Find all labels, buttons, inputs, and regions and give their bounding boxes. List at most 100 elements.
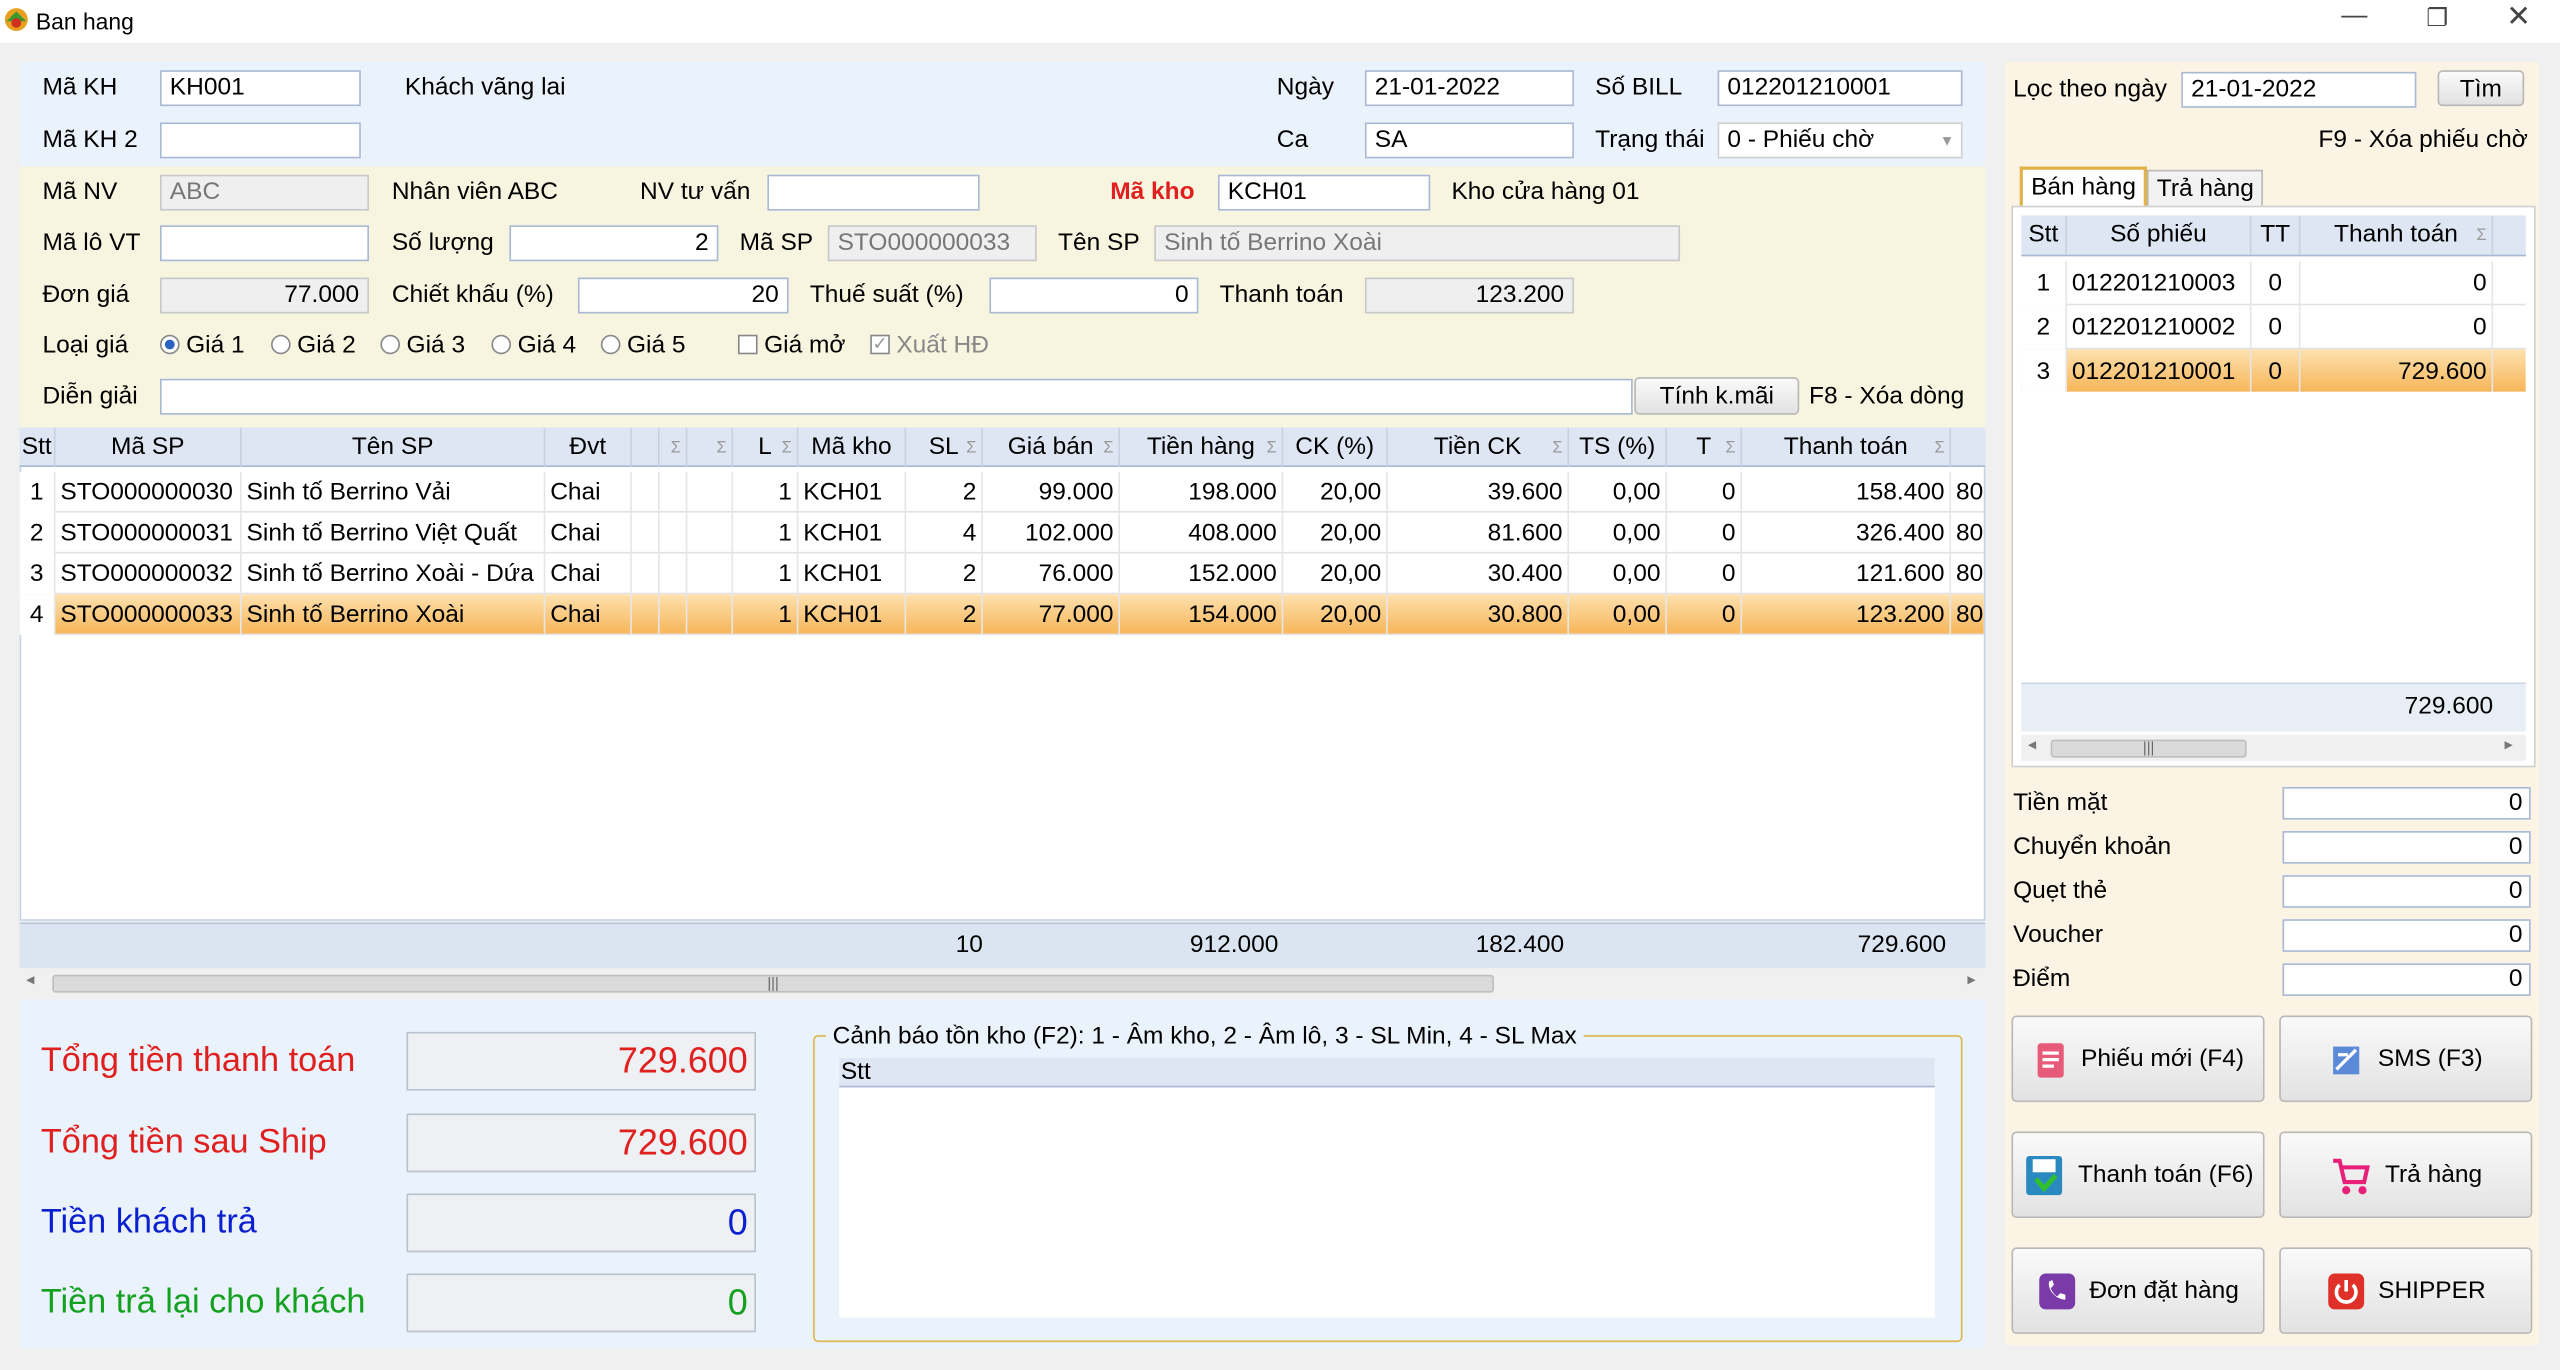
- gia-5-radio[interactable]: Giá 5: [600, 330, 686, 363]
- diem-input[interactable]: 0: [2282, 963, 2531, 996]
- col-gia-ban[interactable]: Giá bán Σ: [983, 427, 1121, 467]
- chuyen-khoan-input[interactable]: 0: [2282, 831, 2531, 864]
- table-row[interactable]: 2 STO000000031 Sinh tố Berrino Việt Quất Ch…: [19, 512, 1984, 554]
- phieu-moi-button[interactable]: Phiếu mới (F4): [2011, 1015, 2265, 1103]
- thanh-toan-button[interactable]: Thanh toán (F6): [2011, 1131, 2265, 1218]
- nv-tu-van-input[interactable]: [767, 174, 980, 211]
- col-dvt[interactable]: Đvt: [545, 427, 632, 467]
- thue-suat-input[interactable]: 0: [989, 277, 1199, 314]
- scroll-right-icon[interactable]: ▸: [1967, 971, 1975, 989]
- xuat-hd-checkbox[interactable]: ✓ Xuất HĐ: [870, 330, 989, 363]
- ma-kh-input[interactable]: KH001: [160, 70, 361, 107]
- trang-thai-label: Trạng thái: [1595, 125, 1705, 154]
- col-blank-2[interactable]: Σ: [660, 427, 688, 467]
- gia-4-label: Giá 4: [517, 331, 577, 360]
- sms-button[interactable]: SMS (F3): [2279, 1015, 2533, 1103]
- loai-gia-label: Loại giá: [42, 331, 129, 360]
- chiet-khau-input[interactable]: 20: [577, 277, 789, 314]
- list-item[interactable]: 1 012201210003 0 0: [2021, 261, 2526, 306]
- don-dat-hang-button[interactable]: Đơn đặt hàng: [2011, 1247, 2265, 1334]
- sigma-icon: Σ: [1103, 439, 1114, 458]
- voucher-input[interactable]: 0: [2282, 919, 2531, 952]
- table-cell: 0: [1667, 594, 1743, 636]
- col-t[interactable]: TΣ: [1667, 427, 1743, 467]
- table-row[interactable]: 3 STO000000032 Sinh tố Berrino Xoài - Dứa C…: [19, 553, 1984, 595]
- table-row[interactable]: 1 STO000000030 Sinh tố Berrino Vải Chai 1 KCH…: [19, 471, 1984, 513]
- col-sl[interactable]: SL Σ: [906, 427, 983, 467]
- ca-input[interactable]: SA: [1364, 122, 1574, 159]
- ma-nv-label: Mã NV: [42, 177, 118, 206]
- list-cell: 0: [2300, 305, 2494, 350]
- scroll-left-icon[interactable]: ◂: [26, 971, 34, 989]
- ten-sp-label: Tên SP: [1057, 228, 1140, 257]
- save-payment-icon: [2025, 1155, 2062, 1195]
- gia-4-radio[interactable]: Giá 4: [491, 330, 576, 363]
- minimize-button[interactable]: —: [2341, 2, 2367, 31]
- scroll-right-icon[interactable]: ▸: [2505, 736, 2513, 754]
- bill-col-thanh-toan[interactable]: Thanh toán Σ: [2300, 215, 2494, 255]
- bill-col-extra[interactable]: [2493, 216, 2526, 255]
- col-ck[interactable]: CK (%): [1283, 427, 1388, 467]
- scroll-thumb[interactable]: |||: [52, 974, 1494, 993]
- col-thanh-toan[interactable]: Thanh toán Σ: [1742, 427, 1952, 467]
- col-ma-sp[interactable]: Mã SP: [56, 427, 242, 467]
- khach-tra-value[interactable]: 0: [406, 1193, 756, 1253]
- col-ten-sp[interactable]: Tên SP: [242, 427, 546, 467]
- gia-2-radio[interactable]: Giá 2: [271, 330, 356, 363]
- ma-nv-input[interactable]: ABC: [160, 174, 369, 211]
- ma-sp-input[interactable]: STO000000033: [827, 225, 1037, 262]
- scroll-left-icon[interactable]: ◂: [2028, 736, 2036, 754]
- loc-date-input[interactable]: 21-01-2022: [2181, 71, 2417, 108]
- col-tien-hang[interactable]: Tiền hàng Σ: [1120, 427, 1284, 467]
- don-gia-input[interactable]: 77.000: [160, 277, 369, 314]
- tab-tra-hang[interactable]: Trả hàng: [2147, 169, 2264, 206]
- shipper-button[interactable]: SHIPPER: [2279, 1247, 2533, 1334]
- bill-col-so-phieu[interactable]: Số phiếu: [2067, 215, 2252, 255]
- gia-mo-checkbox[interactable]: Giá mở: [737, 330, 845, 363]
- thanh-toan-input[interactable]: 123.200: [1364, 277, 1574, 314]
- col-extra[interactable]: [1951, 428, 1985, 467]
- tra-hang-button[interactable]: Trả hàng: [2279, 1131, 2533, 1218]
- table-cell: [632, 512, 660, 554]
- bill-col-stt[interactable]: Stt: [2021, 215, 2067, 255]
- quet-the-input[interactable]: 0: [2282, 875, 2531, 908]
- tra-hang-label: Trả hàng: [2384, 1160, 2483, 1189]
- list-item[interactable]: 2 012201210002 0 0: [2021, 305, 2526, 350]
- so-luong-input[interactable]: 2: [509, 225, 719, 262]
- close-button[interactable]: ✕: [2506, 0, 2531, 34]
- tinh-kmai-button[interactable]: Tính k.mãi: [1634, 377, 1800, 415]
- ma-kh2-input[interactable]: [160, 122, 361, 159]
- dien-giai-input[interactable]: [160, 378, 1633, 415]
- bill-scroll-thumb[interactable]: |||: [2050, 739, 2247, 758]
- ma-lo-vt-input[interactable]: [160, 225, 369, 262]
- col-blank-3[interactable]: Σ: [687, 427, 734, 467]
- list-cell: 012201210003: [2067, 261, 2252, 306]
- tim-button[interactable]: Tìm: [2437, 70, 2525, 107]
- ma-kho-input[interactable]: KCH01: [1217, 174, 1431, 211]
- so-bill-input[interactable]: 012201210001: [1717, 70, 1963, 107]
- nv-name: Nhân viên ABC: [391, 177, 558, 206]
- tab-ban-hang[interactable]: Bán hàng: [2019, 166, 2148, 206]
- col-ma-kho[interactable]: Mã kho: [798, 427, 907, 467]
- table-row[interactable]: 4 STO000000033 Sinh tố Berrino Xoài Chai 1 KC…: [19, 594, 1984, 636]
- table-cell: Sinh tố Berrino Việt Quất: [242, 512, 546, 554]
- col-l[interactable]: LΣ: [733, 427, 799, 467]
- bill-col-tt[interactable]: TT: [2251, 215, 2301, 255]
- list-item[interactable]: 3 012201210001 0 729.600: [2021, 349, 2526, 392]
- table-cell: 158.400: [1742, 471, 1952, 513]
- ten-sp-input[interactable]: Sinh tố Berrino Xoài: [1154, 225, 1681, 262]
- gia-3-radio[interactable]: Giá 3: [380, 330, 465, 363]
- table-cell: 80: [1951, 594, 1984, 636]
- bill-horizontal-scrollbar[interactable]: ◂ ||| ▸: [2021, 734, 2526, 761]
- col-stt[interactable]: Stt: [20, 427, 56, 467]
- stock-warning-col-stt[interactable]: Stt: [839, 1057, 1935, 1088]
- col-tien-ck[interactable]: Tiền CK Σ: [1388, 427, 1570, 467]
- tien-mat-input[interactable]: 0: [2282, 786, 2531, 820]
- gia-1-radio[interactable]: Giá 1: [160, 330, 245, 363]
- col-ts[interactable]: TS (%): [1569, 427, 1667, 467]
- restore-button[interactable]: ❐: [2426, 3, 2448, 33]
- ngay-input[interactable]: 21-01-2022: [1364, 70, 1574, 107]
- trang-thai-select[interactable]: 0 - Phiếu chờ ▼: [1717, 122, 1963, 159]
- col-blank-1[interactable]: [632, 427, 660, 467]
- grid-horizontal-scrollbar[interactable]: ◂ ||| ▸: [19, 969, 1986, 996]
